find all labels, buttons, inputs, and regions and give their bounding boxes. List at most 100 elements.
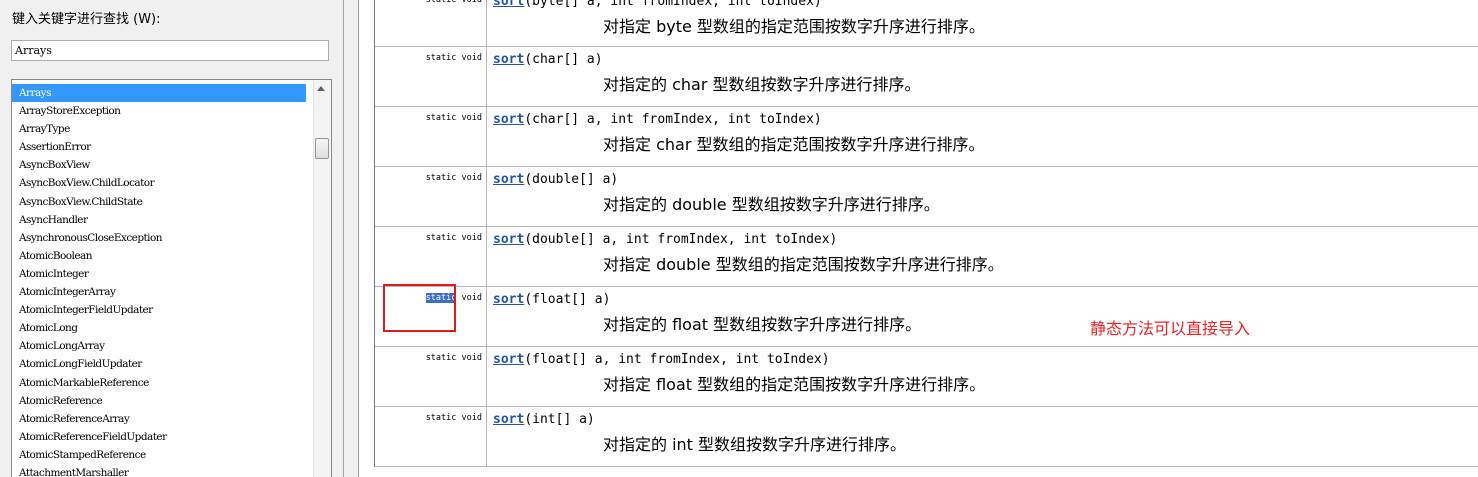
method-link[interactable]: sort: [493, 232, 524, 247]
index-list-item[interactable]: AtomicLongArray: [12, 337, 306, 355]
method-modifier-cell: static void: [375, 167, 487, 226]
index-list-item[interactable]: AtomicInteger: [12, 265, 306, 283]
method-signature: sort(double[] a): [493, 172, 618, 187]
method-description: 对指定 char 型数组的指定范围按数字升序进行排序。: [603, 135, 985, 154]
index-list-item[interactable]: AssertionError: [12, 138, 306, 156]
method-modifier-cell: static void: [375, 347, 487, 406]
method-signature: sort(int[] a): [493, 412, 595, 427]
modifier-static: static: [425, 53, 457, 63]
method-modifier-cell: static void: [375, 227, 487, 286]
index-list-item[interactable]: AsyncBoxView.ChildLocator: [12, 174, 306, 192]
method-modifier: static void: [426, 53, 482, 63]
method-params: (char[] a, int fromIndex, int toIndex): [524, 112, 822, 127]
method-summary-table: static void sort(byte[] a, int fromIndex,…: [374, 0, 1478, 467]
modifier-return-type: void: [456, 233, 482, 243]
modifier-static: static: [425, 233, 457, 243]
method-modifier-cell: static void: [375, 407, 487, 466]
index-list-item[interactable]: AtomicLongFieldUpdater: [12, 355, 306, 373]
method-row: static void sort(int[] a) 对指定的 int 型数组按数字升…: [375, 407, 1478, 467]
method-description: 对指定的 float 型数组按数字升序进行排序。: [603, 315, 922, 334]
method-modifier: static void: [426, 0, 482, 5]
method-signature: sort(char[] a): [493, 52, 603, 67]
method-signature: sort(float[] a, int fromIndex, int toInd…: [493, 352, 830, 367]
method-row: static void sort(float[] a) 对指定的 float 型数组…: [375, 287, 1478, 347]
index-list: Arrays ArrayStoreException ArrayType Assert…: [12, 84, 306, 477]
method-modifier: static void: [426, 173, 482, 183]
index-list-item[interactable]: AtomicBoolean: [12, 247, 306, 265]
index-list-item[interactable]: AttachmentMarshaller: [12, 464, 306, 477]
method-modifier-cell: static void: [375, 0, 487, 46]
scroll-up-arrow-icon[interactable]: [317, 86, 325, 91]
index-list-item[interactable]: Arrays: [12, 84, 306, 103]
modifier-return-type: void: [456, 353, 482, 363]
method-params: (int[] a): [524, 412, 595, 427]
method-description: 对指定的 int 型数组按数字升序进行排序。: [603, 435, 907, 454]
index-list-item[interactable]: ArrayType: [12, 120, 306, 138]
method-params: (double[] a, int fromIndex, int toIndex): [524, 232, 838, 247]
method-link[interactable]: sort: [493, 112, 524, 127]
index-list-item[interactable]: AtomicReferenceArray: [12, 410, 306, 428]
method-params: (byte[] a, int fromIndex, int toIndex): [524, 0, 822, 9]
modifier-return-type: void: [456, 413, 482, 423]
method-link[interactable]: sort: [493, 0, 524, 9]
modifier-return-type: void: [456, 0, 482, 5]
method-link[interactable]: sort: [493, 292, 524, 307]
method-link[interactable]: sort: [493, 52, 524, 67]
method-row: static void sort(char[] a, int fromIndex,…: [375, 107, 1478, 167]
method-params: (char[] a): [524, 52, 603, 67]
modifier-return-type: void: [456, 113, 482, 123]
method-params: (double[] a): [524, 172, 619, 187]
index-list-item[interactable]: AtomicReference: [12, 392, 306, 410]
method-link[interactable]: sort: [493, 412, 524, 427]
modifier-return-type: void: [456, 173, 482, 183]
modifier-static: static: [425, 113, 457, 123]
method-row: static void sort(char[] a) 对指定的 char 型数组按数…: [375, 47, 1478, 107]
index-list-item[interactable]: AtomicLong: [12, 319, 306, 337]
index-list-item[interactable]: AtomicStampedReference: [12, 446, 306, 464]
modifier-return-type: void: [456, 293, 482, 303]
index-list-item[interactable]: AsyncBoxView.ChildState: [12, 193, 306, 211]
method-row: static void sort(byte[] a, int fromIndex,…: [375, 0, 1478, 47]
index-list-item[interactable]: AtomicReferenceFieldUpdater: [12, 428, 306, 446]
index-panel: 键入关键字进行查找 (W): ArraysArrayStoreException…: [0, 0, 344, 477]
method-link[interactable]: sort: [493, 172, 524, 187]
index-list-item[interactable]: AtomicIntegerFieldUpdater: [12, 301, 306, 319]
vertical-scrollbar[interactable]: [313, 80, 331, 477]
index-list-item[interactable]: AtomicIntegerArray: [12, 283, 306, 301]
method-modifier-cell: static void: [375, 47, 487, 106]
method-description: 对指定 double 型数组的指定范围按数字升序进行排序。: [603, 255, 1004, 274]
modifier-static: static: [425, 173, 457, 183]
method-modifier: static void: [426, 233, 482, 243]
index-listbox[interactable]: Arrays ArrayStoreException ArrayType Assert…: [11, 79, 332, 477]
index-list-item[interactable]: AsynchronousCloseException: [12, 229, 306, 247]
method-signature: sort(double[] a, int fromIndex, int toIn…: [493, 232, 837, 247]
method-description: 对指定的 double 型数组按数字升序进行排序。: [603, 195, 940, 214]
method-description: 对指定 byte 型数组的指定范围按数字升序进行排序。: [603, 17, 985, 36]
method-description: 对指定 float 型数组的指定范围按数字升序进行排序。: [603, 375, 986, 394]
method-modifier: static void: [426, 113, 482, 123]
method-row: static void sort(float[] a, int fromIndex…: [375, 347, 1478, 407]
index-list-item[interactable]: ArrayStoreException: [12, 102, 306, 120]
search-input[interactable]: [11, 40, 329, 61]
method-modifier: static void: [426, 413, 482, 423]
index-list-item[interactable]: AsyncHandler: [12, 211, 306, 229]
method-description: 对指定的 char 型数组按数字升序进行排序。: [603, 75, 921, 94]
method-signature: sort(byte[] a, int fromIndex, int toInde…: [493, 0, 822, 9]
index-list-item[interactable]: AtomicMarkableReference: [12, 374, 306, 392]
method-params: (float[] a): [524, 292, 611, 307]
method-params: (float[] a, int fromIndex, int toIndex): [524, 352, 830, 367]
scroll-thumb[interactable]: [315, 138, 329, 159]
method-link[interactable]: sort: [493, 352, 524, 367]
method-signature: sort(char[] a, int fromIndex, int toInde…: [493, 112, 822, 127]
static-highlight-box: [383, 284, 456, 332]
method-modifier: static void: [426, 353, 482, 363]
pane-splitter[interactable]: [344, 0, 359, 477]
method-row: static void sort(double[] a, int fromInde…: [375, 227, 1478, 287]
modifier-static: static: [425, 353, 457, 363]
method-summary-pane: static void sort(byte[] a, int fromIndex,…: [359, 0, 1478, 477]
index-list-item[interactable]: AsyncBoxView: [12, 156, 306, 174]
modifier-static: static: [425, 413, 457, 423]
modifier-static: static: [425, 0, 457, 5]
method-signature: sort(float[] a): [493, 292, 610, 307]
annotation-text: 静态方法可以直接导入: [1090, 319, 1251, 338]
